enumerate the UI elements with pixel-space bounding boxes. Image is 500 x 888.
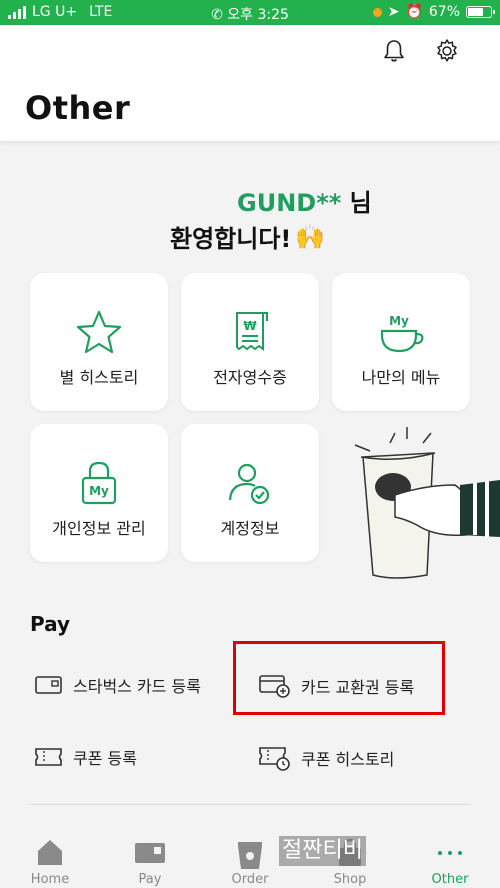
recording-dot-icon [372, 7, 382, 17]
status-bar: LG U+ LTE ✆ 오후 3:25 ➤ ⏰ 67% [0, 0, 500, 25]
header: Other [0, 25, 500, 141]
gear-icon[interactable] [434, 38, 460, 64]
pay-section-title: Pay [30, 612, 71, 636]
raised-hands-emoji: 🙌 [295, 222, 326, 251]
tile-label: 개인정보 관리 [52, 519, 146, 538]
tab-label: Shop [333, 872, 367, 887]
page-title: Other [25, 89, 131, 127]
tile-my-menu[interactable]: My 나만의 메뉴 [332, 273, 470, 411]
bell-icon[interactable] [381, 38, 407, 64]
tile-label: 별 히스토리 [59, 368, 139, 387]
tile-e-receipt[interactable]: ₩ 전자영수증 [181, 273, 319, 411]
tile-privacy[interactable]: My 개인정보 관리 [30, 424, 168, 562]
battery-icon [466, 6, 495, 18]
my-cup-icon: My [380, 314, 424, 353]
divider [30, 804, 470, 805]
tab-home[interactable]: Home [0, 820, 100, 888]
alarm-icon: ⏰ [405, 4, 423, 20]
receipt-icon: ₩ [236, 312, 268, 351]
tile-label: 전자영수증 [213, 368, 287, 387]
status-time: 오후 3:25 [227, 7, 289, 23]
watermark: 절짠티비 [279, 836, 366, 866]
register-starbucks-card[interactable]: 스타벅스 카드 등록 [35, 673, 201, 697]
tile-label: 나만의 메뉴 [361, 368, 441, 387]
svg-text:₩: ₩ [243, 319, 257, 333]
tab-pay[interactable]: Pay [100, 820, 200, 888]
phone-icon: ✆ [211, 7, 223, 23]
star-icon [76, 310, 122, 354]
greeting-text: 환영합니다! [170, 225, 292, 253]
tab-label: Other [431, 872, 469, 887]
card-icon [35, 676, 62, 694]
tab-other[interactable]: Other [400, 820, 500, 888]
pay-item-label: 쿠폰 등록 [73, 749, 137, 768]
tile-label: 계정정보 [220, 519, 280, 538]
my-badge: My [89, 484, 109, 498]
coupon-history[interactable]: 쿠폰 히스토리 [259, 745, 394, 771]
more-dots-icon [438, 851, 462, 855]
battery-percent: 67% [428, 4, 460, 20]
tab-label: Pay [138, 872, 162, 887]
pay-item-label: 스타벅스 카드 등록 [73, 677, 201, 696]
cup-icon [238, 842, 262, 869]
my-badge: My [389, 314, 409, 328]
coupon-history-icon [259, 747, 290, 771]
tab-label: Home [30, 872, 70, 887]
highlight-box [233, 641, 445, 715]
location-icon: ➤ [387, 4, 400, 20]
hand-cup-illustration [354, 427, 500, 579]
tile-account-info[interactable]: 계정정보 [181, 424, 319, 562]
tab-label: Order [231, 872, 269, 887]
name-suffix: 님 [341, 189, 372, 217]
lock-icon: My [81, 461, 117, 505]
account-check-icon [228, 463, 270, 505]
register-coupon[interactable]: 쿠폰 등록 [35, 745, 137, 769]
coupon-icon [35, 748, 62, 766]
pay-item-label: 쿠폰 히스토리 [301, 750, 395, 769]
tile-star-history[interactable]: 별 히스토리 [30, 273, 168, 411]
user-name: GUND** [237, 189, 342, 217]
home-icon [38, 840, 62, 865]
bottom-tab-bar: Home Pay Order Shop Other [0, 820, 500, 888]
pay-card-icon [135, 843, 165, 863]
